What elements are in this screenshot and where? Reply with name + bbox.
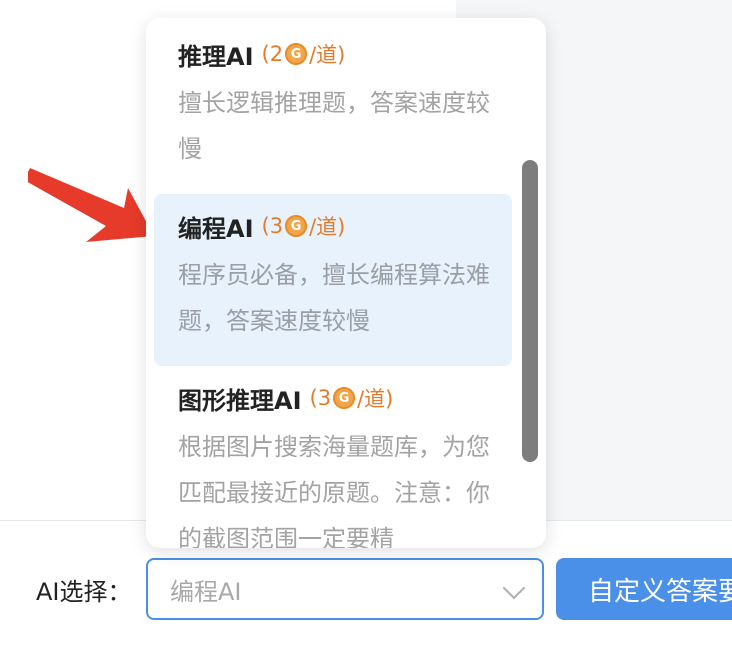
- dropdown-scrollbar[interactable]: [522, 160, 538, 462]
- coin-icon: G: [285, 43, 308, 65]
- option-title: 推理AI (2 G /道): [178, 36, 488, 72]
- ai-select-label: AI选择：: [36, 578, 132, 606]
- ai-select-value: 编程AI: [170, 577, 242, 606]
- cost-unit: /道): [357, 387, 394, 411]
- option-name: 编程AI: [178, 214, 254, 243]
- option-cost: (3 G /道): [262, 211, 346, 241]
- option-cost: (3 G /道): [310, 383, 394, 413]
- option-programming-ai[interactable]: 编程AI (3 G /道) 程序员必备，擅长编程算法难题，答案速度较慢: [154, 194, 512, 366]
- cost-amount: (3: [261, 214, 284, 238]
- cost-unit: /道): [309, 215, 346, 239]
- chevron-down-icon: [502, 576, 526, 600]
- option-graphic-reasoning-ai[interactable]: 图形推理AI (3 G /道) 根据图片搜索海量题库，为您匹配最接近的原题。注意…: [154, 380, 512, 548]
- cost-amount: (2: [261, 42, 284, 66]
- custom-answer-button[interactable]: 自定义答案要求: [556, 558, 732, 620]
- ai-options-dropdown: 推理AI (2 G /道) 擅长逻辑推理题，答案速度较慢 编程AI (3 G /…: [146, 18, 546, 548]
- option-name: 推理AI: [178, 42, 254, 71]
- red-pointer-arrow-icon: [28, 168, 154, 242]
- option-cost: (2 G /道): [262, 39, 346, 69]
- option-description: 擅长逻辑推理题，答案速度较慢: [178, 89, 490, 163]
- cost-amount: (3: [309, 386, 332, 410]
- option-name: 图形推理AI: [178, 386, 302, 415]
- option-reasoning-ai[interactable]: 推理AI (2 G /道) 擅长逻辑推理题，答案速度较慢: [154, 36, 512, 172]
- coin-icon: G: [285, 215, 308, 237]
- option-title: 编程AI (3 G /道): [178, 208, 488, 244]
- option-title: 图形推理AI (3 G /道): [178, 380, 488, 416]
- ai-select-input[interactable]: 编程AI: [146, 558, 544, 620]
- cost-unit: /道): [309, 43, 346, 67]
- option-description: 程序员必备，擅长编程算法难题，答案速度较慢: [178, 261, 490, 335]
- coin-icon: G: [333, 387, 356, 409]
- option-description: 根据图片搜索海量题库，为您匹配最接近的原题。注意：你的截图范围一定要精: [178, 433, 490, 548]
